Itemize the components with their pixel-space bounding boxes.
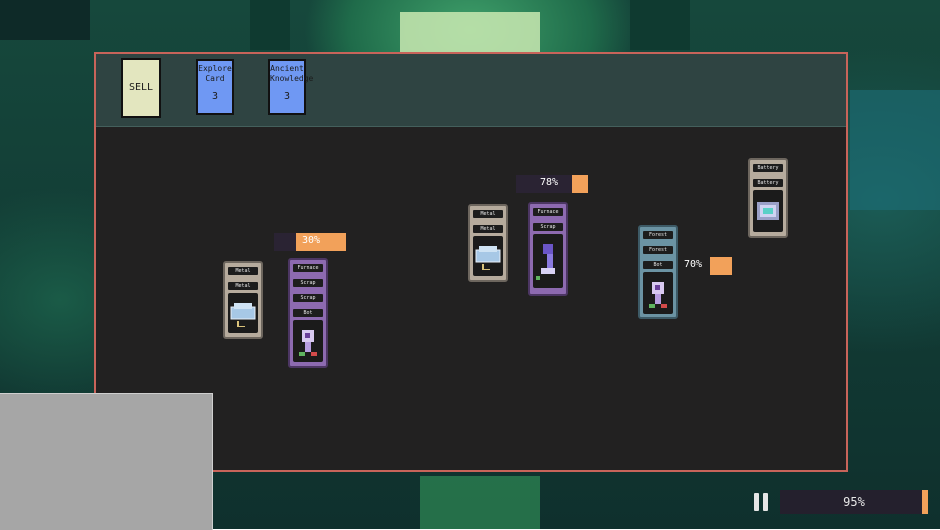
progress-track <box>274 233 296 251</box>
furnace-card-stack[interactable]: Furnace Scrap <box>528 202 568 296</box>
pack-title: Knowledge <box>270 74 314 83</box>
card-tab: Metal <box>473 210 503 218</box>
progress-fill <box>710 257 732 275</box>
card-shelf: SELL Explore Card 3 Ancient Knowledge 3 <box>96 54 846 127</box>
pack-count: 3 <box>211 91 219 102</box>
metal-block-icon <box>228 293 258 333</box>
robot-arm-icon <box>533 234 563 288</box>
crafting-progress-bar: 70% <box>684 257 732 275</box>
pack-title: Explore <box>198 64 232 73</box>
card-tab: Bot <box>293 309 323 317</box>
terrain-patch <box>0 0 90 40</box>
overall-progress-bar: 95% <box>780 490 928 514</box>
pause-bar <box>763 493 768 511</box>
pack-count: 3 <box>283 91 291 102</box>
card-tab: Furnace <box>293 264 323 272</box>
pause-icon[interactable] <box>754 493 770 511</box>
bot-icon <box>643 272 673 314</box>
furnace-card-stack[interactable]: Furnace Scrap Scrap Bot <box>288 258 328 368</box>
card-tab: Forest <box>643 231 673 239</box>
card-tab: Battery <box>753 179 783 187</box>
card-tab: Battery <box>753 164 783 172</box>
pack-title: Card <box>205 74 225 83</box>
crafting-progress-bar: 78% <box>516 175 588 193</box>
metal-card-stack[interactable]: Metal Metal <box>468 204 508 282</box>
pack-title: Ancient <box>270 64 304 73</box>
card-tab: Scrap <box>293 279 323 287</box>
terrain-patch <box>630 0 690 50</box>
progress-percent: 70% <box>684 259 703 270</box>
bot-icon <box>293 320 323 362</box>
ancient-knowledge-pack[interactable]: Ancient Knowledge 3 <box>268 59 313 115</box>
progress-percent: 78% <box>540 177 559 188</box>
metal-block-icon <box>473 236 503 276</box>
terrain-patch <box>420 476 540 529</box>
metal-card-stack[interactable]: Metal Metal <box>223 261 263 339</box>
card-tab: Scrap <box>293 294 323 302</box>
card-tab: Metal <box>228 267 258 275</box>
progress-percent: 30% <box>302 235 321 246</box>
battery-icon <box>753 190 783 232</box>
battery-card-stack[interactable]: Battery Battery <box>748 158 788 238</box>
card-tab: Metal <box>473 225 503 233</box>
card-tab: Forest <box>643 246 673 254</box>
card-tab: Metal <box>228 282 258 290</box>
forest-card-stack[interactable]: Forest Forest Bot <box>638 225 678 319</box>
crafting-progress-bar: 30% <box>274 233 346 251</box>
sell-label: SELL <box>128 82 154 93</box>
card-tab: Scrap <box>533 223 563 231</box>
sell-card[interactable]: SELL <box>121 58 161 118</box>
pause-bar <box>754 493 759 511</box>
terrain-patch <box>850 90 940 210</box>
gray-overlay-panel <box>0 393 213 530</box>
explore-card-pack[interactable]: Explore Card 3 <box>196 59 234 115</box>
overall-progress-percent: 95% <box>843 495 865 509</box>
card-tab: Furnace <box>533 208 563 216</box>
card-tab: Bot <box>643 261 673 269</box>
progress-fill <box>572 175 588 193</box>
terrain-patch <box>400 12 540 54</box>
terrain-patch <box>250 0 290 50</box>
